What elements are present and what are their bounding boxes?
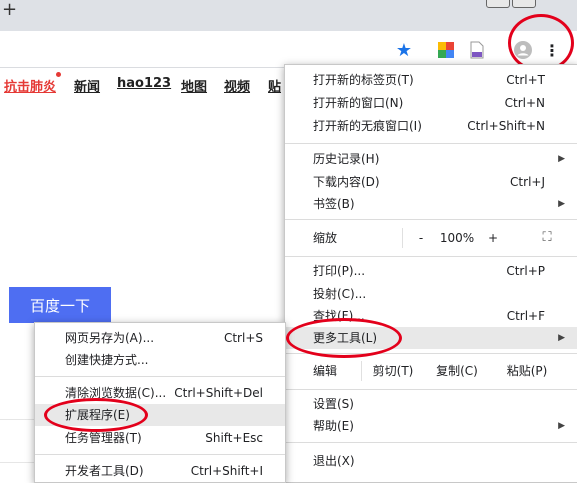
zoom-label: 缩放 [313,231,338,245]
menu-item-shortcut: Ctrl+Shift+I [190,464,263,478]
restore-window-button[interactable] [486,0,510,8]
menu-item-downloads[interactable]: 下载内容(D) Ctrl+J [285,171,577,193]
menu-item-shortcut: Ctrl+Shift+Del [174,386,263,400]
menu-item-label: 查找(F)... [313,309,365,323]
menu-item-label: 打开新的无痕窗口(I) [313,119,422,133]
menu-item-label: 清除浏览数据(C)... [65,386,167,400]
bookmark-star-icon[interactable]: ★ [394,40,414,61]
browser-toolbar [0,31,577,68]
menu-item-label: 打开新的窗口(N) [313,96,404,110]
zoom-in-button[interactable]: + [483,220,503,256]
menu-item-label: 任务管理器(T) [65,431,142,445]
menu-item-shortcut: Ctrl+Shift+N [467,119,545,133]
nav-link-hao123[interactable]: hao123 [117,76,171,91]
menu-item-label: 退出(X) [313,454,355,468]
zoom-value: 100% [439,231,475,245]
menu-item-label: 历史记录(H) [313,152,380,166]
submenu-item-save-as[interactable]: 网页另存为(A)... Ctrl+S [35,327,285,349]
fullscreen-icon[interactable]: ⛶ [535,220,559,256]
menu-item-settings[interactable]: 设置(S) [285,393,577,415]
more-tools-submenu: 网页另存为(A)... Ctrl+S 创建快捷方式... 清除浏览数据(C)..… [34,322,286,483]
submenu-item-create-shortcut[interactable]: 创建快捷方式... [35,349,285,371]
menu-item-more-tools[interactable]: 更多工具(L) ▶ [285,327,577,349]
menu-separator [35,454,285,455]
menu-item-bookmarks[interactable]: 书签(B) ▶ [285,193,577,215]
menu-separator [285,143,577,144]
search-button[interactable]: 百度一下 [9,287,111,323]
kebab-menu-icon[interactable]: ⋮ [542,40,562,60]
nav-link-map[interactable]: 地图 [181,76,207,95]
menu-item-shortcut: Ctrl+P [506,264,545,278]
submenu-arrow-icon: ▶ [558,154,565,164]
menu-item-label: 开发者工具(D) [65,464,144,478]
menu-item-new-tab[interactable]: 打开新的标签页(T) Ctrl+T [285,69,577,91]
submenu-arrow-icon: ▶ [558,199,565,209]
hot-dot [56,72,61,77]
submenu-item-dev-tools[interactable]: 开发者工具(D) Ctrl+Shift+I [35,460,285,482]
zoom-out-button[interactable]: - [411,220,431,256]
menu-item-shortcut: Ctrl+J [510,175,545,189]
menu-item-label: 打开新的标签页(T) [313,73,414,87]
menu-separator [285,442,577,443]
menu-item-find[interactable]: 查找(F)... Ctrl+F [285,305,577,327]
menu-item-help[interactable]: 帮助(E) ▶ [285,415,577,437]
menu-item-exit[interactable]: 退出(X) [285,450,577,472]
menu-item-shortcut: Ctrl+N [504,96,545,110]
submenu-arrow-icon: ▶ [558,421,565,431]
menu-item-cast[interactable]: 投射(C)... [285,283,577,305]
nav-link-news[interactable]: 新闻 [74,76,100,95]
menu-item-label: 网页另存为(A)... [65,331,155,345]
menu-item-shortcut: Ctrl+F [506,309,545,323]
cut-button[interactable]: 剪切(T) [365,354,421,388]
nav-link-video[interactable]: 视频 [224,76,250,95]
menu-item-label: 扩展程序(E) [65,408,130,422]
menu-separator [285,389,577,390]
menu-item-shortcut: Shift+Esc [205,431,263,445]
submenu-item-task-manager[interactable]: 任务管理器(T) Shift+Esc [35,427,285,449]
menu-item-label: 打印(P)... [313,264,366,278]
menu-item-label: 下载内容(D) [313,175,380,189]
menu-separator [285,256,577,257]
extension-purple-icon[interactable] [467,40,487,60]
nav-link-covid[interactable]: 抗击肺炎 [4,76,56,95]
menu-row-zoom: 缩放 - 100% + ⛶ [285,220,577,256]
new-tab-button[interactable]: + [2,0,17,20]
maximize-window-button[interactable] [512,0,536,8]
paste-button[interactable]: 粘贴(P) [499,354,555,388]
submenu-arrow-icon: ▶ [558,333,565,343]
menu-item-print[interactable]: 打印(P)... Ctrl+P [285,260,577,282]
submenu-item-extensions[interactable]: 扩展程序(E) [35,404,285,426]
profile-icon[interactable] [513,40,533,60]
tab-strip: + [0,0,577,31]
menu-item-new-window[interactable]: 打开新的窗口(N) Ctrl+N [285,92,577,114]
edit-label: 编辑 [313,364,338,378]
menu-item-label: 投射(C)... [313,287,367,301]
chrome-main-menu: 打开新的标签页(T) Ctrl+T 打开新的窗口(N) Ctrl+N 打开新的无… [284,64,577,483]
submenu-item-clear-data[interactable]: 清除浏览数据(C)... Ctrl+Shift+Del [35,382,285,404]
copy-button[interactable]: 复制(C) [429,354,485,388]
menu-item-label: 设置(S) [313,397,354,411]
zoom-divider [402,228,403,248]
menu-item-label: 帮助(E) [313,419,354,433]
menu-item-history[interactable]: 历史记录(H) ▶ [285,148,577,170]
menu-item-label: 创建快捷方式... [65,353,149,367]
edit-divider [361,361,362,381]
menu-item-incognito[interactable]: 打开新的无痕窗口(I) Ctrl+Shift+N [285,115,577,137]
menu-item-shortcut: Ctrl+S [223,331,263,345]
menu-item-label: 书签(B) [313,197,355,211]
menu-row-edit: 编辑 剪切(T) 复制(C) 粘贴(P) [285,354,577,388]
nav-link-tieba[interactable]: 贴 [268,76,281,95]
extension-green-icon[interactable] [436,40,456,60]
menu-item-shortcut: Ctrl+T [506,73,545,87]
menu-item-label: 更多工具(L) [313,331,378,345]
menu-separator [35,376,285,377]
